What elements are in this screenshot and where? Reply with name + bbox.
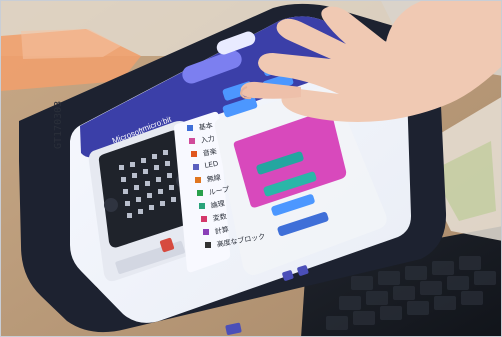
photo: GT170303 Microsoft micro:bit 基本 入力 音楽 LE… <box>0 0 502 337</box>
toolbox-labels: 基本 入力 音楽 LED 無線 ループ 論理 変数 計算 高度なブロック <box>1 1 501 336</box>
category-label[interactable]: LED <box>204 160 219 170</box>
category-label[interactable]: 基本 <box>198 121 214 133</box>
category-label[interactable]: 変数 <box>212 212 228 224</box>
category-label[interactable]: ループ <box>208 184 230 197</box>
category-label[interactable]: 論理 <box>210 199 226 211</box>
category-label[interactable]: 音楽 <box>202 147 218 159</box>
category-label[interactable]: 計算 <box>214 225 230 237</box>
category-label[interactable]: 無線 <box>206 173 222 185</box>
category-label[interactable]: 入力 <box>200 134 216 146</box>
